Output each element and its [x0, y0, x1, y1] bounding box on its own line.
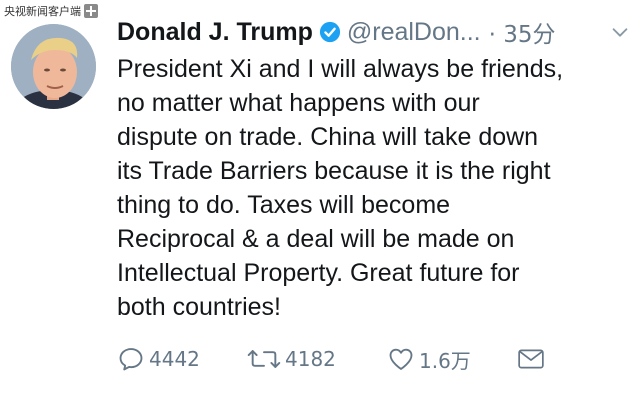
- avatar[interactable]: [11, 24, 96, 109]
- like-count: 1.6万: [419, 348, 471, 373]
- tweet-actions: 4442 4182 1.6万: [117, 343, 632, 375]
- tweet-body: President Xi and I will always be friend…: [117, 55, 564, 321]
- like-button[interactable]: 1.6万: [387, 345, 517, 374]
- avatar-portrait-icon: [11, 24, 96, 109]
- tweet-header: Donald J. Trump @realDon... · 35分: [117, 14, 631, 50]
- verified-badge-icon: [319, 21, 340, 43]
- tweet-timestamp[interactable]: · 35分: [489, 15, 556, 49]
- reply-button[interactable]: 4442: [117, 345, 247, 373]
- watermark-logo-icon: [84, 4, 98, 18]
- watermark-text: 央视新闻客户端: [4, 5, 81, 18]
- author-name[interactable]: Donald J. Trump: [117, 18, 313, 47]
- direct-message-button[interactable]: [517, 347, 557, 371]
- chevron-down-icon[interactable]: [609, 21, 631, 43]
- reply-icon: [119, 348, 143, 371]
- retweet-count: 4182: [285, 347, 336, 371]
- author-handle[interactable]: @realDon...: [347, 18, 481, 47]
- retweet-icon: [247, 350, 281, 368]
- direct-message-icon: [518, 349, 544, 369]
- reply-count: 4442: [149, 347, 200, 371]
- source-watermark: 央视新闻客户端: [4, 3, 98, 19]
- like-icon: [389, 348, 413, 370]
- retweet-button[interactable]: 4182: [247, 345, 387, 373]
